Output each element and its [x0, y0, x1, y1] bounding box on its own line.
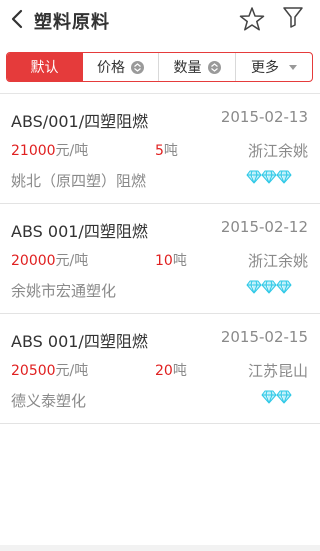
- rating-diamonds: [246, 170, 292, 184]
- price: 20000元/吨: [11, 250, 88, 270]
- page-title: 塑料原料: [34, 12, 110, 33]
- product-name: ABS/001/四塑阻燃: [11, 112, 149, 131]
- chevron-left-icon: [11, 9, 23, 29]
- company-name: 姚北（原四塑）阻燃: [11, 172, 147, 190]
- tab-price[interactable]: 价格: [83, 53, 159, 81]
- top-bar: 塑料原料: [0, 0, 320, 40]
- post-date: 2015-02-13: [220, 108, 308, 126]
- quantity-value: 20: [155, 363, 173, 379]
- diamond-icon: [261, 390, 277, 404]
- list-item[interactable]: ABS 001/四塑阻燃 2015-02-15 20500元/吨 20吨 江苏昆…: [0, 314, 320, 424]
- tab-quantity[interactable]: 数量: [159, 53, 236, 81]
- sort-circle-icon: [131, 60, 144, 74]
- filter-funnel-icon: [283, 7, 303, 28]
- post-date: 2015-02-12: [220, 218, 308, 236]
- caret-down-icon: [289, 64, 297, 70]
- filter-button[interactable]: [281, 5, 305, 29]
- diamond-icon: [261, 280, 277, 294]
- tab-more-label: 更多: [251, 60, 279, 76]
- tab-default-label: 默认: [30, 60, 59, 76]
- company-name: 余姚市宏通塑化: [11, 282, 117, 300]
- star-outline-icon: [239, 7, 265, 31]
- list-item[interactable]: ABS 001/四塑阻燃 2015-02-12 20000元/吨 10吨 浙江余…: [0, 204, 320, 314]
- tab-price-label: 价格: [97, 60, 125, 76]
- tab-quantity-label: 数量: [173, 60, 202, 76]
- price-value: 20500: [11, 363, 56, 379]
- sort-tabs: 默认 价格 数量 更多: [6, 52, 313, 82]
- rating-diamonds: [246, 280, 292, 294]
- price-value: 20000: [11, 253, 56, 269]
- price-unit: 元/吨: [55, 363, 89, 379]
- quantity: 20吨: [155, 360, 187, 380]
- quantity-value: 10: [155, 253, 173, 269]
- quantity-value: 5: [155, 143, 164, 159]
- quantity: 5吨: [155, 140, 178, 160]
- price: 20500元/吨: [11, 360, 88, 380]
- product-name: ABS 001/四塑阻燃: [11, 222, 148, 241]
- price-unit: 元/吨: [55, 143, 89, 159]
- diamond-icon: [276, 170, 292, 184]
- quantity-unit: 吨: [172, 253, 187, 269]
- post-date: 2015-02-15: [220, 328, 308, 346]
- product-name: ABS 001/四塑阻燃: [11, 332, 148, 351]
- sort-circle-icon: [207, 60, 221, 74]
- quantity-unit: 吨: [163, 143, 178, 159]
- diamond-icon: [246, 170, 262, 184]
- quantity: 10吨: [155, 250, 187, 270]
- company-name: 德义泰塑化: [11, 392, 87, 410]
- price-value: 21000: [11, 143, 56, 159]
- rating-diamonds: [261, 390, 292, 404]
- back-button[interactable]: [6, 8, 28, 30]
- bottom-edge: [0, 545, 320, 551]
- price-unit: 元/吨: [55, 253, 89, 269]
- location: 浙江余姚: [247, 252, 308, 270]
- diamond-icon: [276, 390, 292, 404]
- price: 21000元/吨: [11, 140, 88, 160]
- favorite-button[interactable]: [239, 6, 265, 32]
- location: 浙江余姚: [247, 142, 308, 160]
- location: 江苏昆山: [247, 362, 308, 380]
- diamond-icon: [261, 170, 277, 184]
- diamond-icon: [276, 280, 292, 294]
- list-item[interactable]: ABS/001/四塑阻燃 2015-02-13 21000元/吨 5吨 浙江余姚…: [0, 94, 320, 204]
- tab-default[interactable]: 默认: [7, 53, 83, 81]
- diamond-icon: [246, 280, 262, 294]
- quantity-unit: 吨: [172, 363, 187, 379]
- tab-more[interactable]: 更多: [236, 53, 312, 81]
